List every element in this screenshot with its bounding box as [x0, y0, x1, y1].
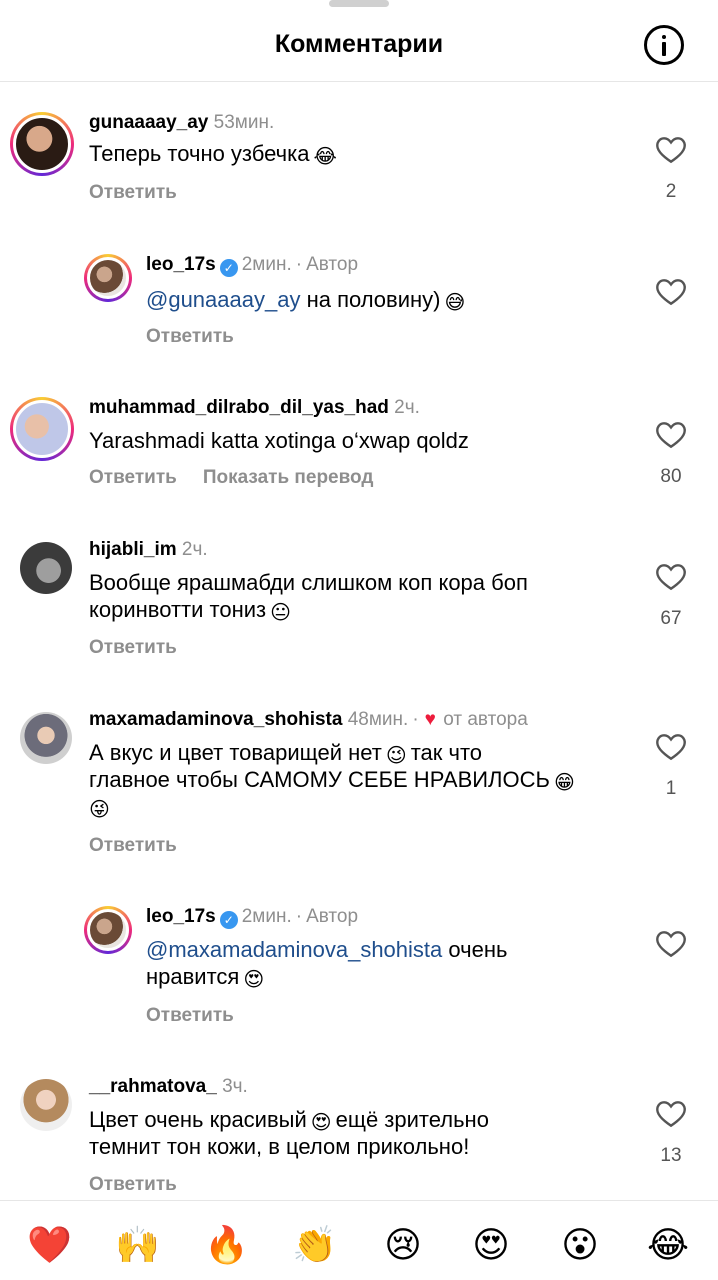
- header: Комментарии: [0, 0, 718, 82]
- comment-meta: leo_17s ✓ 2мин. · Автор: [146, 254, 359, 277]
- reply-button[interactable]: Ответить: [146, 326, 234, 347]
- comment-meta: hijabli_im 2ч.: [89, 539, 208, 561]
- reaction-laughing[interactable]: 😂: [646, 1225, 690, 1265]
- comment-time: 2мин.: [241, 254, 292, 275]
- heart-icon[interactable]: [655, 419, 687, 449]
- username[interactable]: muhammad_dilrabo_dil_yas_had: [89, 397, 389, 418]
- emoji: 😉: [385, 745, 407, 767]
- avatar[interactable]: [84, 906, 132, 954]
- emoji: 😅: [444, 292, 466, 314]
- comment-meta: __rahmatova_ 3ч.: [89, 1076, 248, 1098]
- like-count: 1: [665, 778, 677, 799]
- comment-text: Вообще ярашмабди слишком коп кора боп ко…: [89, 570, 528, 624]
- author-badge: Автор: [306, 254, 359, 275]
- comment-actions: Ответить: [146, 1005, 260, 1027]
- comment-actions: Ответить: [89, 835, 203, 857]
- comment-time: 2мин.: [241, 906, 292, 927]
- emoji: 😂: [313, 146, 337, 168]
- username[interactable]: leo_17s: [146, 906, 216, 927]
- avatar[interactable]: [10, 397, 74, 461]
- reply-button[interactable]: Ответить: [89, 182, 177, 203]
- comment-text: Цвет очень красивый 😍 ещё зрительно темнит…: [89, 1107, 489, 1159]
- reply-button[interactable]: Ответить: [146, 1005, 234, 1026]
- comment-time: 48мин.: [347, 709, 409, 730]
- reply-button[interactable]: Ответить: [89, 467, 177, 488]
- username[interactable]: hijabli_im: [89, 539, 177, 560]
- username[interactable]: leo_17s: [146, 254, 216, 275]
- emoji: 😜: [89, 799, 110, 821]
- emoji: 😍: [310, 1112, 332, 1134]
- heart-icon[interactable]: [655, 561, 687, 591]
- heart-icon[interactable]: [655, 134, 687, 164]
- heart-icon[interactable]: [655, 1098, 687, 1128]
- heart-icon[interactable]: [655, 276, 687, 306]
- like-control[interactable]: 2: [655, 134, 687, 203]
- reaction-crying[interactable]: 😢: [381, 1225, 425, 1265]
- avatar[interactable]: [10, 112, 74, 176]
- comment-meta: muhammad_dilrabo_dil_yas_had 2ч.: [89, 397, 420, 419]
- reaction-heart[interactable]: ❤️: [27, 1225, 72, 1265]
- reaction-raising-hands[interactable]: 🙌: [115, 1225, 160, 1265]
- comment-time: 2ч.: [394, 397, 420, 418]
- like-count: 2: [665, 181, 677, 202]
- comment-text: @gunaaaay_ay на половину) 😅: [146, 287, 466, 314]
- comment-actions: Ответить: [146, 326, 260, 348]
- like-control[interactable]: 1: [655, 731, 687, 800]
- like-control[interactable]: 67: [655, 561, 687, 630]
- page-title: Комментарии: [274, 30, 444, 58]
- comment-text: Теперь точно узбечка 😂: [89, 141, 337, 168]
- comment-text: Yarashmadi katta xotinga o‘xwap qoldz: [89, 428, 469, 453]
- reaction-clapping[interactable]: 👏: [292, 1225, 337, 1265]
- comment-text: А вкус и цвет товарищей нет 😉 так что глав…: [89, 740, 575, 821]
- comment-meta: maxamadaminova_shohista 48мин. · ♥ от авто…: [89, 709, 528, 730]
- reply-button[interactable]: Ответить: [89, 1174, 177, 1195]
- author-badge: Автор: [306, 906, 359, 927]
- username[interactable]: gunaaaay_ay: [89, 112, 208, 133]
- like-control[interactable]: 13: [655, 1098, 687, 1167]
- like-count: 67: [660, 608, 682, 629]
- comment-actions: Ответить: [89, 182, 203, 204]
- like-control[interactable]: [655, 928, 687, 963]
- author-liked-heart-icon: ♥: [424, 709, 436, 730]
- reply-button[interactable]: Ответить: [89, 835, 177, 856]
- comment-text: @maxamadaminova_shohista очень нравится 😍: [146, 937, 508, 991]
- mention-link[interactable]: @gunaaaay_ay: [146, 287, 300, 312]
- like-control[interactable]: 80: [655, 419, 687, 488]
- avatar[interactable]: [20, 1079, 72, 1131]
- comment-time: 3ч.: [222, 1076, 248, 1097]
- heart-icon[interactable]: [655, 928, 687, 958]
- username[interactable]: maxamadaminova_shohista: [89, 709, 342, 730]
- reply-button[interactable]: Ответить: [89, 637, 177, 658]
- comment-actions: Ответить Показать перевод: [89, 467, 399, 489]
- comment-meta: leo_17s ✓ 2мин. · Автор: [146, 906, 359, 929]
- emoji: 😐: [270, 602, 291, 624]
- like-count: 13: [660, 1145, 682, 1166]
- like-count: 80: [660, 466, 682, 487]
- heart-icon[interactable]: [655, 731, 687, 761]
- like-control[interactable]: [655, 276, 687, 311]
- username[interactable]: __rahmatova_: [89, 1076, 217, 1097]
- reaction-heart-eyes[interactable]: 😍: [469, 1225, 513, 1265]
- comment-meta: gunaaaay_ay 53мин.: [89, 112, 274, 134]
- mention-link[interactable]: @maxamadaminova_shohista: [146, 937, 442, 962]
- reaction-fire[interactable]: 🔥: [204, 1225, 249, 1265]
- show-translation-button[interactable]: Показать перевод: [203, 467, 374, 488]
- avatar[interactable]: [20, 712, 72, 764]
- emoji: 😍: [243, 969, 265, 991]
- comment-actions: Ответить: [89, 637, 203, 659]
- quick-reactions-bar: ❤️ 🙌 🔥 👏 😢 😍 😮 😂: [0, 1200, 718, 1280]
- comment-time: 2ч.: [181, 539, 208, 560]
- verified-badge-icon: ✓: [219, 259, 238, 277]
- liked-by-author-label: от автора: [443, 709, 528, 730]
- avatar[interactable]: [20, 542, 72, 594]
- info-icon[interactable]: [644, 25, 684, 65]
- comment-time: 53мин.: [213, 112, 275, 133]
- verified-badge-icon: ✓: [219, 911, 238, 929]
- avatar[interactable]: [84, 254, 132, 302]
- reaction-surprised[interactable]: 😮: [558, 1225, 602, 1265]
- emoji: 😁: [553, 772, 575, 794]
- comment-actions: Ответить: [89, 1174, 203, 1196]
